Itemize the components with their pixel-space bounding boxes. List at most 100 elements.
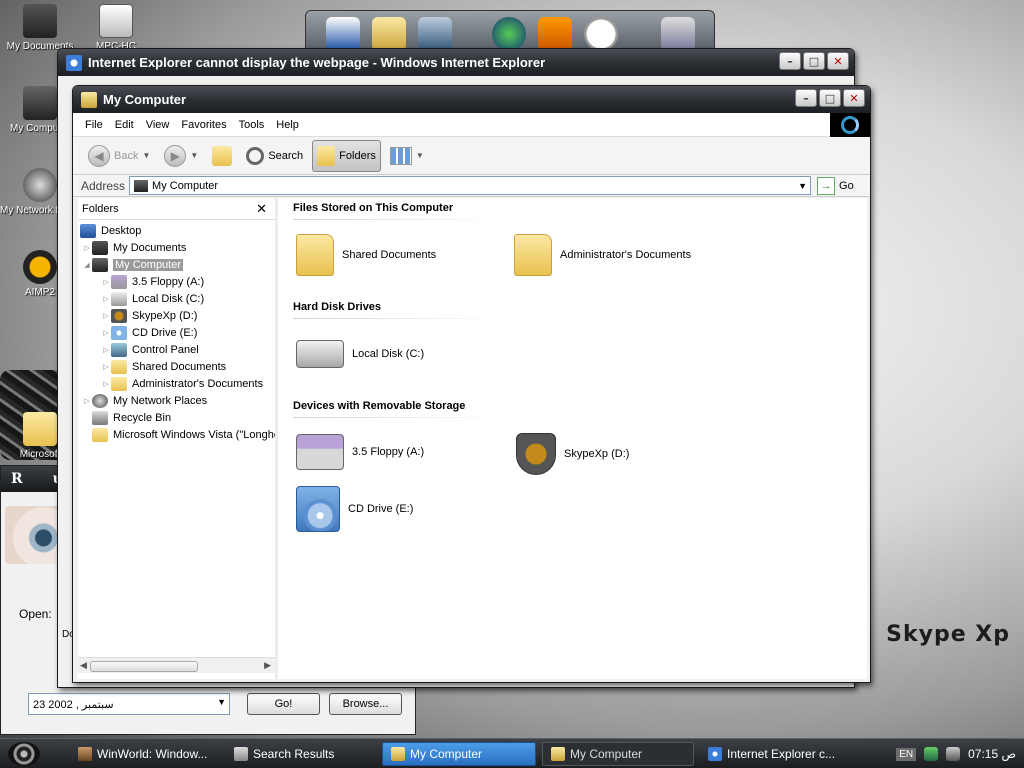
item-shared-documents[interactable]: Shared Documents	[296, 234, 436, 276]
tree-node-skypexp[interactable]: ▷ SkypeXp (D:)	[78, 307, 275, 324]
browse-button[interactable]: Browse...	[329, 693, 402, 715]
scrollbar-thumb[interactable]	[90, 661, 198, 672]
ie-titlebar: Internet Explorer cannot display the web…	[58, 49, 854, 76]
chevron-down-icon[interactable]: ▼	[190, 151, 198, 160]
tree-node-cd-drive[interactable]: ▷ CD Drive (E:)	[78, 324, 275, 341]
volume-tray-icon[interactable]	[946, 747, 961, 761]
menu-help[interactable]: Help	[270, 119, 305, 131]
views-button[interactable]: ▼	[385, 140, 429, 172]
address-go-button[interactable]: → Go	[817, 176, 854, 195]
taskbar: WinWorld: Window... Search Results My Co…	[0, 738, 1024, 768]
tree-node-my-documents[interactable]: ▷ My Documents	[78, 239, 275, 256]
language-indicator[interactable]: EN	[896, 747, 917, 761]
tree-node-control-panel[interactable]: ▷ Control Panel	[78, 341, 275, 358]
expand-icon[interactable]: ▷	[101, 329, 111, 337]
tree-node-administrators-documents[interactable]: ▷ Administrator's Documents	[78, 375, 275, 392]
desktop-icon-my-documents[interactable]: My Documents	[0, 4, 80, 52]
close-button[interactable]: ✕	[843, 89, 865, 107]
menu-file[interactable]: File	[79, 119, 109, 131]
menu-edit[interactable]: Edit	[109, 119, 140, 131]
clock[interactable]: 07:15 ص	[968, 747, 1016, 761]
expand-icon[interactable]: ▷	[101, 346, 111, 354]
menu-favorites[interactable]: Favorites	[175, 119, 232, 131]
menu-tools[interactable]: Tools	[233, 119, 271, 131]
maximize-button[interactable]: □	[803, 52, 825, 70]
expand-icon[interactable]: ▷	[101, 278, 111, 286]
floppy-drive-icon	[296, 434, 344, 470]
folder-icon	[111, 359, 127, 374]
expand-icon[interactable]: ▷	[82, 244, 92, 252]
dock-clock-icon[interactable]	[584, 17, 618, 51]
search-icon	[234, 747, 248, 761]
chevron-down-icon[interactable]: ▼	[217, 697, 226, 707]
dock-globe-icon[interactable]	[492, 17, 526, 51]
tree-node-vista-folder[interactable]: Microsoft Windows Vista ("Longho	[78, 426, 275, 443]
tree-node-recycle-bin[interactable]: Recycle Bin	[78, 409, 275, 426]
media-player-icon	[99, 4, 133, 38]
minimize-button[interactable]: –	[779, 52, 801, 70]
start-button[interactable]	[8, 742, 40, 766]
expand-icon[interactable]: ▷	[101, 312, 111, 320]
scroll-left-icon[interactable]: ◀	[80, 660, 87, 671]
hard-disk-icon	[111, 291, 127, 306]
close-icon[interactable]: ✕	[256, 201, 267, 217]
scroll-right-icon[interactable]: ▶	[264, 660, 271, 671]
chevron-down-icon[interactable]: ▼	[416, 151, 424, 160]
my-computer-window: My Computer – □ ✕ File Edit View Favorit…	[72, 85, 871, 683]
tree-node-local-disk[interactable]: ▷ Local Disk (C:)	[78, 290, 275, 307]
network-tray-icon[interactable]	[924, 747, 939, 761]
go-button[interactable]: Go!	[247, 693, 320, 715]
forward-arrow-icon: ▶	[164, 144, 187, 167]
dock-recycle-bin-icon[interactable]	[661, 17, 695, 51]
chevron-down-icon[interactable]: ▼	[798, 181, 807, 191]
main-pane: Files Stored on This Computer Shared Doc…	[281, 198, 867, 679]
item-floppy[interactable]: 3.5 Floppy (A:)	[296, 434, 424, 470]
tree-node-my-computer[interactable]: ◢ My Computer	[78, 256, 275, 273]
task-my-computer-active[interactable]: My Computer	[382, 742, 536, 766]
folder-icon	[23, 412, 57, 446]
dock-explorer-icon[interactable]	[326, 17, 360, 51]
forward-button[interactable]: ▶ ▼	[159, 140, 203, 172]
task-internet-explorer[interactable]: Internet Explorer c...	[700, 742, 852, 766]
chevron-down-icon[interactable]: ▼	[142, 151, 150, 160]
dock-bar	[305, 10, 715, 51]
tree-node-shared-documents[interactable]: ▷ Shared Documents	[78, 358, 275, 375]
expand-icon[interactable]: ▷	[82, 397, 92, 405]
collapse-icon[interactable]: ◢	[82, 261, 92, 269]
task-winworld[interactable]: WinWorld: Window...	[70, 742, 218, 766]
item-local-disk[interactable]: Local Disk (C:)	[296, 340, 424, 368]
item-skypexp[interactable]: SkypeXp (D:)	[516, 433, 629, 475]
content-area: Folders ✕ Desktop ▷ My Documents ◢ My Co…	[78, 198, 867, 679]
menu-view[interactable]: View	[140, 119, 176, 131]
dock-media-icon[interactable]	[538, 17, 572, 51]
item-cd-drive[interactable]: CD Drive (E:)	[296, 486, 413, 532]
tree-node-network-places[interactable]: ▷ My Network Places	[78, 392, 275, 409]
maximize-button[interactable]: □	[819, 89, 841, 107]
minimize-button[interactable]: –	[795, 89, 817, 107]
back-button[interactable]: ◀ Back ▼	[83, 140, 155, 172]
folders-button[interactable]: Folders	[312, 139, 381, 172]
menu-bar: File Edit View Favorites Tools Help	[73, 113, 870, 137]
task-search-results[interactable]: Search Results	[226, 742, 376, 766]
dock-folder-icon[interactable]	[372, 17, 406, 51]
up-folder-icon	[212, 145, 233, 166]
expand-icon[interactable]: ▷	[101, 295, 111, 303]
recycle-bin-icon	[92, 410, 108, 425]
expand-icon[interactable]: ▷	[101, 380, 111, 388]
address-input[interactable]: My Computer ▼	[129, 176, 812, 195]
task-my-computer[interactable]: My Computer	[542, 742, 694, 766]
cd-drive-icon	[296, 486, 340, 532]
expand-icon[interactable]: ▷	[101, 363, 111, 371]
horizontal-scrollbar[interactable]: ◀ ▶	[78, 657, 275, 673]
dock-settings-icon[interactable]	[418, 17, 452, 51]
tree-node-desktop[interactable]: Desktop	[78, 222, 275, 239]
address-label: Address	[81, 178, 126, 193]
search-button[interactable]: Search	[241, 140, 308, 172]
close-button[interactable]: ✕	[827, 52, 849, 70]
desktop-icon-mpc[interactable]: MPC-HC	[76, 4, 156, 52]
folder-icon	[296, 234, 334, 276]
date-combo[interactable]: 23 سبتمبر , 2002 ▼	[28, 693, 230, 715]
up-folder-button[interactable]	[207, 140, 237, 172]
item-administrators-documents[interactable]: Administrator's Documents	[514, 234, 691, 276]
tree-node-floppy[interactable]: ▷ 3.5 Floppy (A:)	[78, 273, 275, 290]
